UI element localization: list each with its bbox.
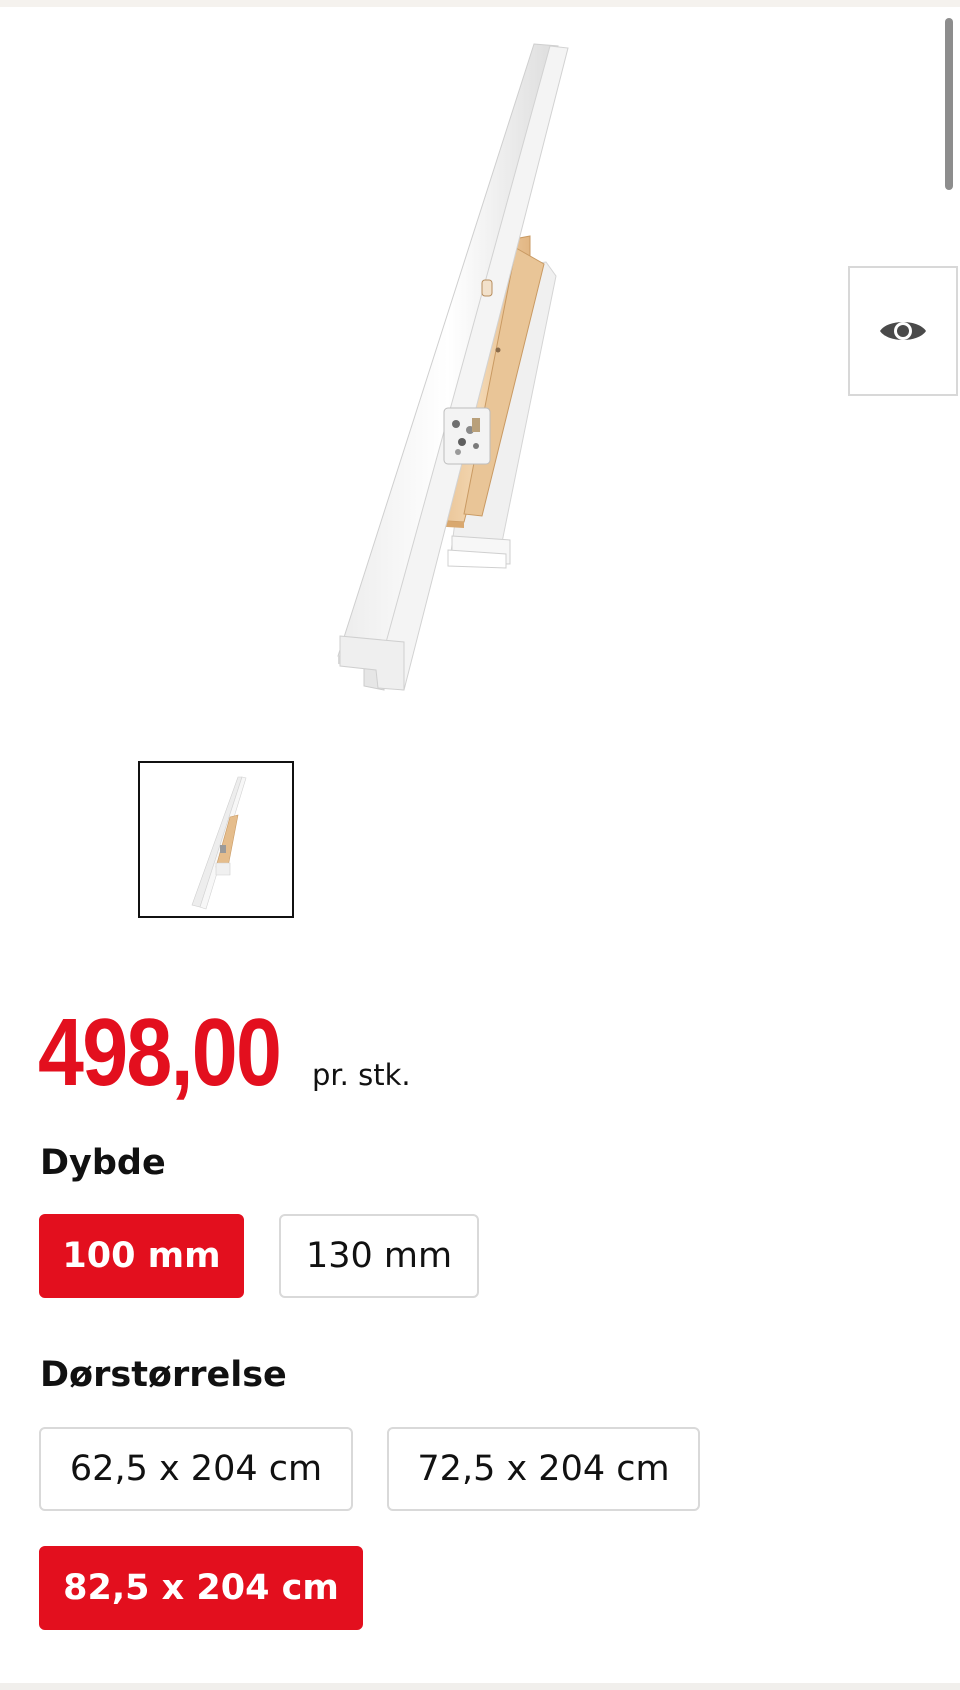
door-size-title: Dørstørrelse (40, 1355, 287, 1395)
view-image-button[interactable] (848, 266, 958, 396)
product-page: 498,00 pr. stk. Dybde 100 mm 130 mm Dørs… (0, 0, 960, 1690)
product-image[interactable] (320, 30, 640, 710)
door-size-option-label: 72,5 x 204 cm (417, 1449, 670, 1489)
depth-option-label: 130 mm (305, 1236, 453, 1276)
price-unit: pr. stk. (312, 1058, 411, 1092)
door-size-option-62-5[interactable]: 62,5 x 204 cm (39, 1427, 353, 1511)
top-bar (0, 0, 960, 7)
depth-option-label: 100 mm (62, 1236, 221, 1276)
door-size-option-72-5[interactable]: 72,5 x 204 cm (387, 1427, 700, 1511)
door-frame-kit-image (337, 43, 569, 691)
eye-icon (880, 322, 926, 340)
price-row: 498,00 pr. stk. (38, 1005, 411, 1105)
depth-option-100mm[interactable]: 100 mm (39, 1214, 244, 1298)
door-size-option-82-5[interactable]: 82,5 x 204 cm (39, 1546, 363, 1630)
depth-option-130mm[interactable]: 130 mm (279, 1214, 479, 1298)
door-size-option-label: 62,5 x 204 cm (69, 1449, 323, 1489)
door-frame-kit-thumbnail (191, 776, 247, 910)
door-size-option-label: 82,5 x 204 cm (63, 1568, 339, 1608)
bottom-bar (0, 1683, 960, 1690)
depth-title: Dybde (40, 1143, 166, 1183)
price-amount: 498,00 (38, 999, 282, 1106)
scrollbar[interactable] (945, 18, 953, 190)
thumbnail-1[interactable] (138, 761, 294, 918)
